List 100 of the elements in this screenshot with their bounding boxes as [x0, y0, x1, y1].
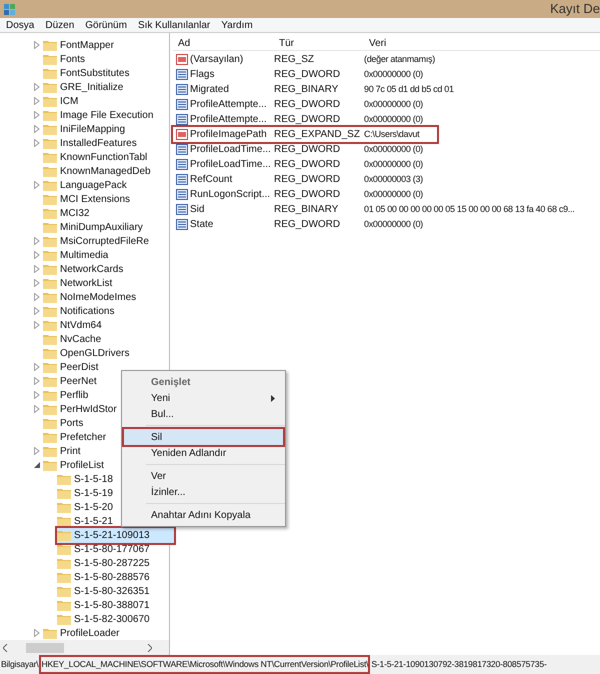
collapse-arrow-icon[interactable]	[34, 462, 40, 468]
tree-item[interactable]: NoImeModeImes	[43, 290, 140, 304]
tree-item[interactable]: MCI32	[43, 206, 94, 220]
column-header[interactable]: Veri	[364, 36, 386, 50]
tree-item[interactable]: S-1-5-80-388071	[57, 598, 154, 612]
folder-icon	[43, 305, 57, 317]
value-row[interactable]: ProfileImagePath REG_EXPAND_SZ C:\Users\davut	[173, 127, 438, 142]
tree-item[interactable]: GRE_Initialize	[43, 80, 128, 94]
expand-arrow-icon[interactable]	[34, 97, 40, 105]
tree-item[interactable]: PerHwIdStor	[43, 402, 121, 416]
expand-arrow-icon[interactable]	[34, 293, 40, 301]
tree-item[interactable]: OpenGLDrivers	[43, 346, 134, 360]
tree-item[interactable]: Print	[43, 444, 85, 458]
status-path: S-1-5-21-1090130792-3819817320-808575735-	[371, 658, 547, 671]
tree-item[interactable]: NvCache	[43, 332, 106, 346]
value-row[interactable]: ProfileAttempte... REG_DWORD 0x00000000 (0)	[173, 112, 423, 127]
tree-item[interactable]: Prefetcher	[43, 430, 110, 444]
tree-item[interactable]: KnownManagedDeb	[43, 164, 155, 178]
tree-item[interactable]: S-1-5-82-300670	[57, 612, 154, 626]
tree-item[interactable]: LanguagePack	[43, 178, 131, 192]
tree-item[interactable]: Image File Execution	[43, 108, 158, 122]
expand-arrow-icon[interactable]	[34, 139, 40, 147]
expand-arrow-icon[interactable]	[34, 41, 40, 49]
tree-item[interactable]: MCI Extensions	[43, 192, 134, 206]
expand-arrow-icon[interactable]	[34, 265, 40, 273]
tree-item[interactable]: MsiCorruptedFileRe	[43, 234, 153, 248]
folder-icon	[57, 613, 71, 625]
tree-item[interactable]: S-1-5-19	[57, 486, 117, 500]
value-row[interactable]: Sid REG_BINARY 01 05 00 00 00 00 00 05 15 00 00 00 68 13 fa 40 68 c9...	[173, 202, 574, 217]
tree-item[interactable]: ICM	[43, 94, 82, 108]
menu-item[interactable]: Bul...	[124, 406, 283, 422]
tree-item[interactable]: NetworkList	[43, 276, 116, 290]
expand-arrow-icon[interactable]	[34, 447, 40, 455]
expand-arrow-icon[interactable]	[34, 181, 40, 189]
expand-arrow-icon[interactable]	[34, 111, 40, 119]
tree-item[interactable]: Perflib	[43, 388, 92, 402]
tree-item[interactable]: S-1-5-80-288576	[57, 570, 154, 584]
tree-item[interactable]: FontSubstitutes	[43, 66, 134, 80]
tree-item[interactable]: S-1-5-21-109013	[57, 528, 174, 542]
tree-item[interactable]: Multimedia	[43, 248, 112, 262]
scrollbar-thumb[interactable]	[26, 642, 64, 652]
menu-item[interactable]: Düzen	[45, 18, 74, 32]
tree-item[interactable]: S-1-5-80-177067	[57, 542, 154, 556]
tree-item[interactable]: FontMapper	[43, 38, 118, 52]
tree-item[interactable]: S-1-5-80-287225	[57, 556, 154, 570]
tree-item[interactable]: S-1-5-18	[57, 472, 117, 486]
expand-arrow-icon[interactable]	[34, 279, 40, 287]
expand-arrow-icon[interactable]	[34, 251, 40, 259]
tree-item[interactable]: PeerNet	[43, 374, 101, 388]
tree-item[interactable]: MiniDumpAuxiliary	[43, 220, 147, 234]
value-name: RunLogonScript...	[190, 188, 270, 202]
value-row[interactable]: ProfileLoadTime... REG_DWORD 0x00000000 (0)	[173, 142, 423, 157]
tree-item[interactable]: Ports	[43, 416, 88, 430]
tree-item[interactable]: PeerDist	[43, 360, 102, 374]
expand-arrow-icon[interactable]	[34, 307, 40, 315]
value-row[interactable]: RefCount REG_DWORD 0x00000003 (3)	[173, 172, 423, 187]
menu-item[interactable]: Yardım	[221, 18, 253, 32]
expand-arrow-icon[interactable]	[34, 629, 40, 637]
menu-item[interactable]: İzinler...	[124, 484, 283, 500]
tree-item[interactable]: Notifications	[43, 304, 118, 318]
menu-item[interactable]: Sık Kullanılanlar	[138, 18, 210, 32]
menu-item[interactable]: Dosya	[6, 18, 34, 32]
value-row[interactable]: (Varsayılan) REG_SZ (değer atanmamış)	[173, 52, 435, 67]
tree-item[interactable]: IniFileMapping	[43, 122, 130, 136]
menu-item[interactable]: Yeni	[124, 390, 283, 406]
scroll-left-icon[interactable]	[3, 644, 8, 652]
menu-item[interactable]: Görünüm	[85, 18, 127, 32]
expand-arrow-icon[interactable]	[34, 237, 40, 245]
value-row[interactable]: Flags REG_DWORD 0x00000000 (0)	[173, 67, 423, 82]
tree-item[interactable]: ProfileLoader	[43, 626, 124, 640]
tree-item[interactable]: InstalledFeatures	[43, 136, 141, 150]
scroll-right-icon[interactable]	[147, 644, 152, 652]
value-row[interactable]: ProfileAttempte... REG_DWORD 0x00000000 (0)	[173, 97, 423, 112]
value-row[interactable]: RunLogonScript... REG_DWORD 0x00000000 (0)	[173, 187, 423, 202]
tree-item[interactable]: NtVdm64	[43, 318, 106, 332]
expand-arrow-icon[interactable]	[34, 83, 40, 91]
value-row[interactable]: Migrated REG_BINARY 90 7c 05 d1 dd b5 cd 01	[173, 82, 454, 97]
menu-item[interactable]: Sil	[124, 429, 283, 445]
menu-item[interactable]: Yeniden Adlandır	[124, 445, 283, 461]
menu-item[interactable]: Ver	[124, 468, 283, 484]
tree-item[interactable]: Fonts	[43, 52, 90, 66]
tree-item[interactable]: NetworkCards	[43, 262, 128, 276]
expand-arrow-icon[interactable]	[34, 391, 40, 399]
value-type: REG_DWORD	[274, 173, 342, 187]
value-row[interactable]: State REG_DWORD 0x00000000 (0)	[173, 217, 423, 232]
horizontal-scrollbar[interactable]	[0, 640, 169, 655]
column-header[interactable]: Ad	[173, 36, 274, 50]
menu-item[interactable]: Anahtar Adını Kopyala	[124, 507, 283, 523]
column-header[interactable]: Tür	[274, 36, 364, 50]
expand-arrow-icon[interactable]	[34, 363, 40, 371]
value-row[interactable]: ProfileLoadTime... REG_DWORD 0x00000000 (0)	[173, 157, 423, 172]
expand-arrow-icon[interactable]	[34, 321, 40, 329]
expand-arrow-icon[interactable]	[34, 405, 40, 413]
expand-arrow-icon[interactable]	[34, 377, 40, 385]
expand-arrow-icon[interactable]	[34, 125, 40, 133]
tree-item[interactable]: ProfileList	[43, 458, 108, 472]
tree-item[interactable]: KnownFunctionTabl	[43, 150, 152, 164]
menu-item[interactable]: Genişlet	[124, 374, 283, 390]
tree-item[interactable]: S-1-5-80-326351	[57, 584, 154, 598]
tree-item[interactable]: S-1-5-20	[57, 500, 117, 514]
